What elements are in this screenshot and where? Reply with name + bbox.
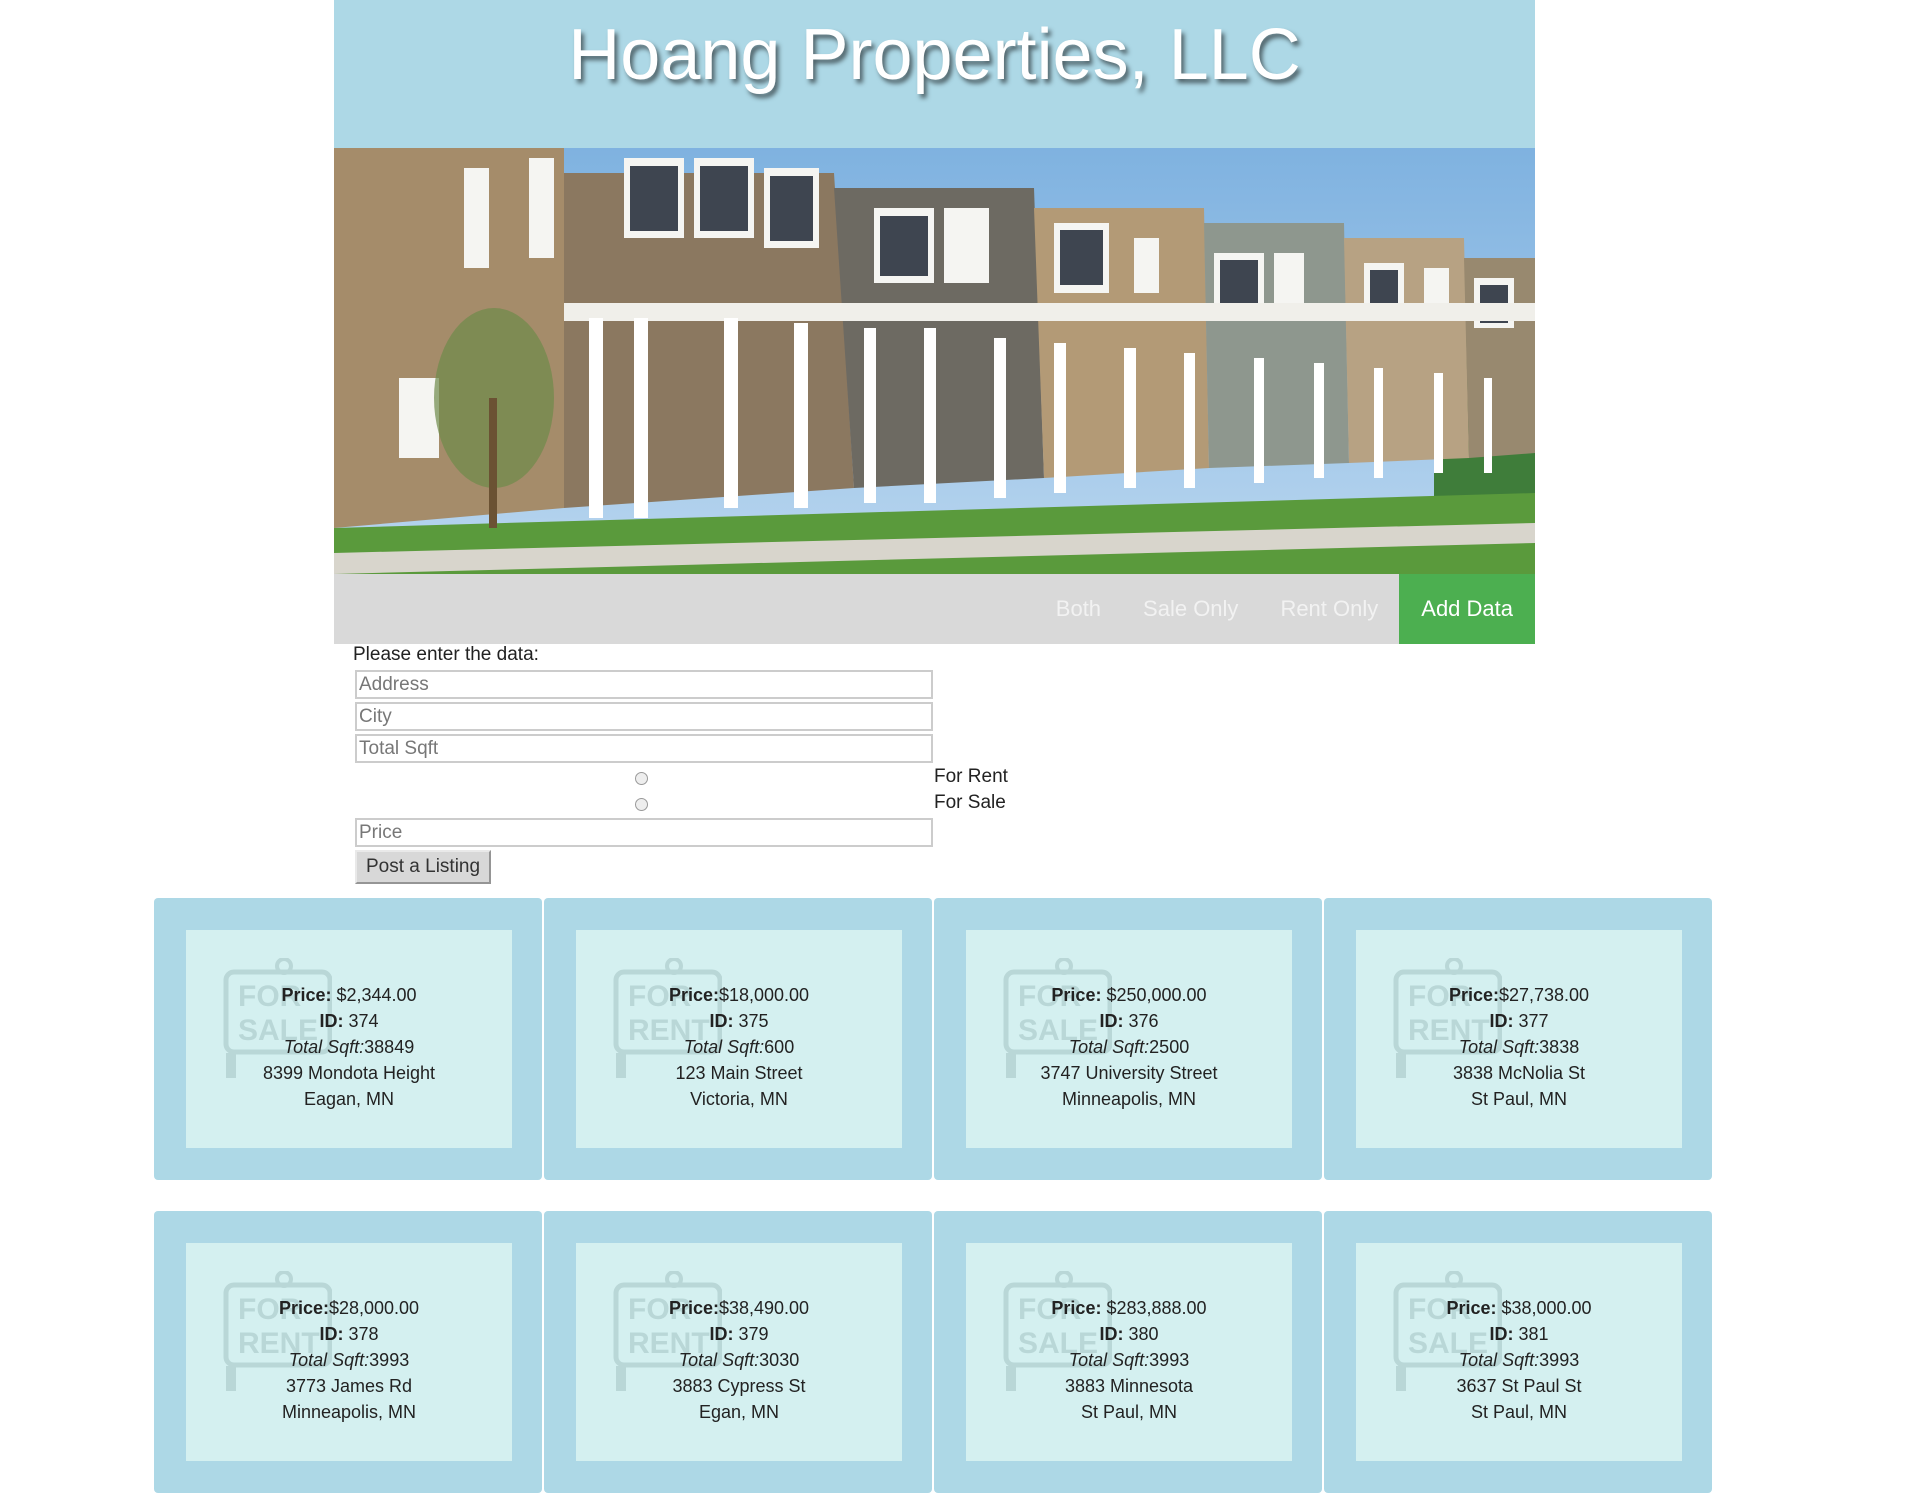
listing-card: FOR RENT Price:$18,000.00 ID: 375 Total Sqft… — [544, 898, 932, 1180]
listing-price: Price: $283,888.00 — [1051, 1298, 1207, 1318]
listing-city: St Paul, MN — [1080, 1402, 1178, 1422]
page-container: Hoang Properties, LLC Both Sale Only Ren… — [334, 0, 1535, 644]
listing-address: 3838 McNolia St — [1452, 1063, 1586, 1083]
add-listing-form: Please enter the data: For Rent For Sale… — [353, 644, 1053, 884]
listing-id: ID: 380 — [1099, 1324, 1159, 1344]
listing-details: Price: $38,000.00 ID: 381 Total Sqft:3993 3… — [1356, 1295, 1682, 1425]
listing-price: Price:$38,490.00 — [668, 1298, 810, 1318]
listing-sqft: Total Sqft:3030 — [678, 1350, 800, 1370]
nav-both[interactable]: Both — [1035, 574, 1122, 644]
listing-card-body: FOR SALE Price: $283,888.00 ID: 380 Total Sq… — [966, 1243, 1292, 1461]
listing-details: Price: $2,344.00 ID: 374 Total Sqft:38849 8… — [186, 982, 512, 1112]
post-listing-button[interactable]: Post a Listing — [355, 850, 492, 884]
listing-address: 3637 St Paul St — [1456, 1376, 1582, 1396]
listing-card: FOR RENT Price:$38,490.00 ID: 379 Total Sqft… — [544, 1211, 932, 1493]
listing-card-body: FOR RENT Price:$27,738.00 ID: 377 Total Sqft… — [1356, 930, 1682, 1148]
listing-id: ID: 375 — [709, 1011, 769, 1031]
for-rent-radio[interactable] — [635, 772, 648, 785]
listing-price: Price:$28,000.00 — [278, 1298, 420, 1318]
for-rent-label: For Rent — [934, 766, 1008, 787]
listing-city: Eagan, MN — [303, 1089, 395, 1109]
listing-card-body: FOR SALE Price: $38,000.00 ID: 381 Total Sqf… — [1356, 1243, 1682, 1461]
for-sale-option: For Sale — [353, 792, 1053, 818]
listing-sqft: Total Sqft:3993 — [1068, 1350, 1190, 1370]
hero-townhouses-image — [334, 148, 1535, 574]
listing-id: ID: 379 — [709, 1324, 769, 1344]
listing-sqft: Total Sqft:3993 — [288, 1350, 410, 1370]
listing-price: Price:$18,000.00 — [668, 985, 810, 1005]
listing-price: Price: $2,344.00 — [281, 985, 417, 1005]
listing-address: 3747 University Street — [1040, 1063, 1218, 1083]
listing-address: 123 Main Street — [675, 1063, 803, 1083]
listing-details: Price: $250,000.00 ID: 376 Total Sqft:2500… — [966, 982, 1292, 1112]
listing-sqft: Total Sqft:38849 — [283, 1037, 415, 1057]
listing-card-body: FOR RENT Price:$38,490.00 ID: 379 Total Sqft… — [576, 1243, 902, 1461]
listing-details: Price:$18,000.00 ID: 375 Total Sqft:600 123… — [576, 982, 902, 1112]
form-prompt: Please enter the data: — [353, 644, 539, 665]
listing-address: 3883 Minnesota — [1064, 1376, 1194, 1396]
listing-id: ID: 376 — [1099, 1011, 1159, 1031]
listing-address: 3883 Cypress St — [672, 1376, 806, 1396]
listing-id: ID: 378 — [319, 1324, 379, 1344]
listing-card: FOR SALE Price: $38,000.00 ID: 381 Total Sqf… — [1324, 1211, 1712, 1493]
listing-city: Minneapolis, MN — [1061, 1089, 1197, 1109]
listing-sqft: Total Sqft:3993 — [1458, 1350, 1580, 1370]
listing-id: ID: 377 — [1489, 1011, 1549, 1031]
listing-id: ID: 381 — [1489, 1324, 1549, 1344]
for-sale-label: For Sale — [934, 792, 1006, 813]
listing-card: FOR RENT Price:$27,738.00 ID: 377 Total Sqft… — [1324, 898, 1712, 1180]
nav-bar: Both Sale Only Rent Only Add Data — [334, 574, 1535, 644]
for-rent-option: For Rent — [353, 766, 1053, 792]
total-sqft-input[interactable] — [355, 734, 933, 763]
for-sale-radio[interactable] — [635, 798, 648, 811]
listing-sqft: Total Sqft:600 — [683, 1037, 795, 1057]
listing-city: St Paul, MN — [1470, 1089, 1568, 1109]
listing-city: Victoria, MN — [690, 1089, 788, 1109]
listing-sqft: Total Sqft:3838 — [1458, 1037, 1580, 1057]
listings-row-1: FOR SALE Price: $2,344.00 ID: 374 Total Sqft… — [154, 898, 1714, 1180]
site-title: Hoang Properties, LLC — [568, 15, 1301, 95]
listing-city: Egan, MN — [698, 1402, 780, 1422]
nav-add-data[interactable]: Add Data — [1399, 574, 1535, 644]
listing-details: Price:$28,000.00 ID: 378 Total Sqft:3993 37… — [186, 1295, 512, 1425]
listing-id: ID: 374 — [319, 1011, 379, 1031]
nav-rent-only[interactable]: Rent Only — [1259, 574, 1399, 644]
listing-price: Price: $250,000.00 — [1051, 985, 1207, 1005]
listing-card-body: FOR SALE Price: $250,000.00 ID: 376 Total Sq… — [966, 930, 1292, 1148]
nav-sale-only[interactable]: Sale Only — [1122, 574, 1259, 644]
listing-card: FOR RENT Price:$28,000.00 ID: 378 Total Sqft… — [154, 1211, 542, 1493]
listing-card: FOR SALE Price: $250,000.00 ID: 376 Total Sq… — [934, 898, 1322, 1180]
city-input[interactable] — [355, 702, 933, 731]
listing-city: Minneapolis, MN — [281, 1402, 417, 1422]
listing-price: Price:$27,738.00 — [1448, 985, 1590, 1005]
price-input[interactable] — [355, 818, 933, 847]
listing-address: 3773 James Rd — [285, 1376, 413, 1396]
listing-city: St Paul, MN — [1470, 1402, 1568, 1422]
listing-details: Price: $283,888.00 ID: 380 Total Sqft:3993… — [966, 1295, 1292, 1425]
listing-details: Price:$38,490.00 ID: 379 Total Sqft:3030 38… — [576, 1295, 902, 1425]
listing-details: Price:$27,738.00 ID: 377 Total Sqft:3838 38… — [1356, 982, 1682, 1112]
site-header: Hoang Properties, LLC — [334, 0, 1535, 148]
listing-sqft: Total Sqft:2500 — [1068, 1037, 1190, 1057]
listings-row-2: FOR RENT Price:$28,000.00 ID: 378 Total Sqft… — [154, 1211, 1714, 1493]
listing-card-body: FOR RENT Price:$28,000.00 ID: 378 Total Sqft… — [186, 1243, 512, 1461]
listing-card: FOR SALE Price: $2,344.00 ID: 374 Total Sqft… — [154, 898, 542, 1180]
listing-card-body: FOR SALE Price: $2,344.00 ID: 374 Total Sqft… — [186, 930, 512, 1148]
address-input[interactable] — [355, 670, 933, 699]
listing-price: Price: $38,000.00 — [1446, 1298, 1592, 1318]
listing-address: 8399 Mondota Height — [262, 1063, 436, 1083]
listing-card-body: FOR RENT Price:$18,000.00 ID: 375 Total Sqft… — [576, 930, 902, 1148]
listing-card: FOR SALE Price: $283,888.00 ID: 380 Total Sq… — [934, 1211, 1322, 1493]
